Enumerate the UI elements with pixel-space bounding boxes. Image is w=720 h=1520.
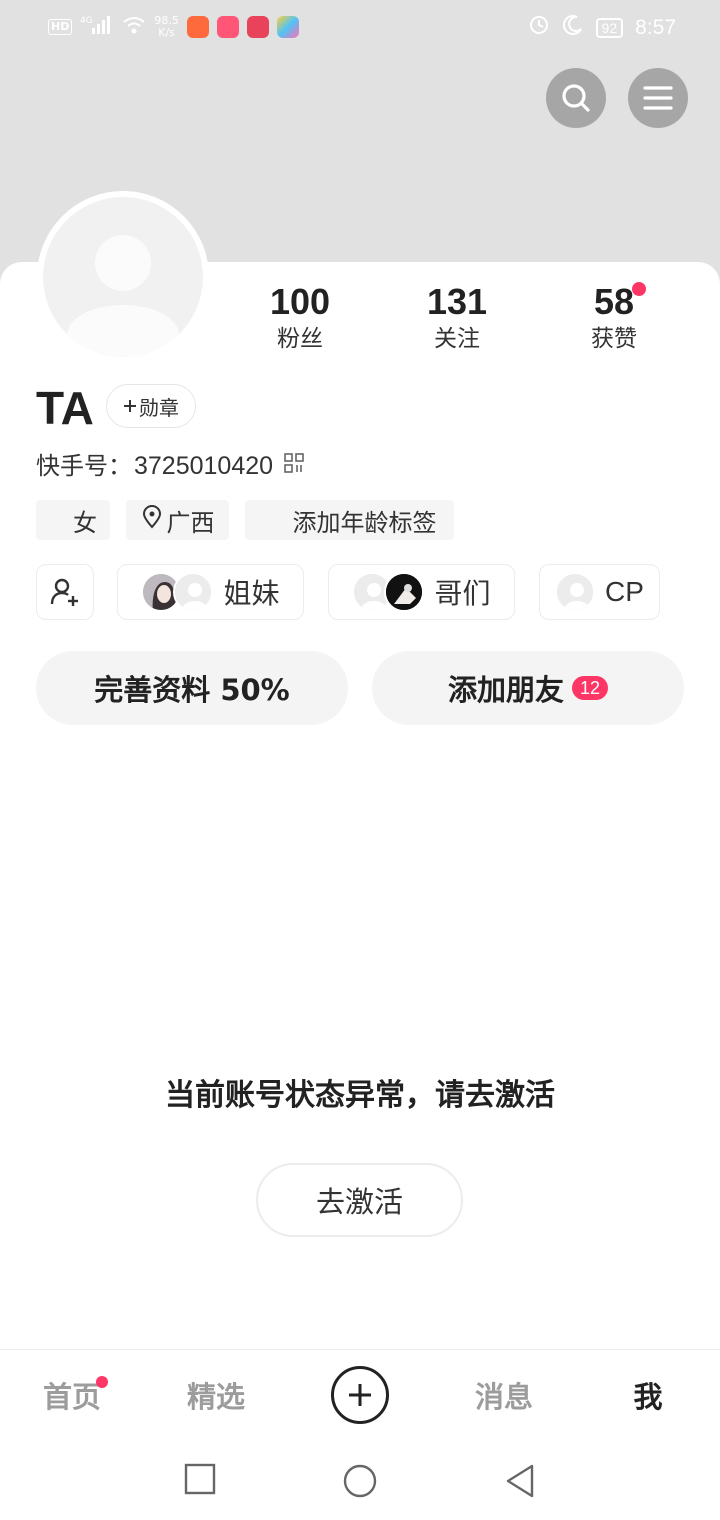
complete-profile-button[interactable]: 完善资料 50% — [36, 651, 348, 725]
clock: 8:57 — [635, 16, 676, 39]
status-bar: HD 4G 98.5 K/s 92 8:57 — [0, 0, 720, 58]
default-avatar-icon — [43, 197, 203, 357]
stat-label: 粉丝 — [277, 326, 323, 352]
home-button[interactable] — [342, 1463, 378, 1503]
add-friends-button[interactable]: 添加朋友 12 — [372, 651, 684, 725]
nav-home[interactable]: 首页 — [22, 1374, 122, 1416]
plus-icon — [123, 394, 137, 418]
moon-icon — [562, 14, 584, 42]
avatar — [384, 572, 425, 612]
alarm-icon — [528, 14, 550, 42]
app-notification-icon — [246, 16, 269, 38]
medal-button[interactable]: 勋章 — [106, 384, 196, 428]
bottom-nav: 首页 精选 消息 我 — [0, 1349, 720, 1441]
menu-button[interactable] — [628, 68, 688, 128]
search-icon — [562, 84, 590, 112]
network-chip: HD — [48, 19, 73, 35]
complete-profile-label: 完善资料 50% — [94, 673, 290, 707]
add-friends-badge: 12 — [571, 676, 609, 700]
app-notification-icon — [186, 16, 209, 38]
friend-group-bros[interactable]: 哥们 — [328, 564, 515, 620]
friend-group-sisters[interactable]: 姐妹 — [117, 564, 304, 620]
stat-fans[interactable]: 100 粉丝 — [240, 282, 360, 356]
avatar[interactable] — [37, 191, 209, 363]
plus-icon — [349, 1384, 371, 1406]
network-speed: 98.5 K/s — [154, 15, 179, 39]
tag-label: 女 — [73, 508, 97, 537]
tag-gender[interactable]: 女 — [36, 500, 110, 540]
add-user-icon — [50, 578, 78, 606]
kuaishou-id-value: 3725010420 — [134, 452, 274, 480]
friend-group-label: 哥们 — [434, 577, 491, 610]
search-button[interactable] — [546, 68, 606, 128]
nav-label: 消息 — [474, 1380, 533, 1414]
nav-me[interactable]: 我 — [598, 1374, 698, 1416]
system-nav-bar — [0, 1441, 720, 1520]
signal-label: 4G — [80, 16, 93, 26]
circle-icon — [343, 1464, 377, 1498]
friend-group-label: 姐妹 — [223, 577, 280, 610]
nav-label: 精选 — [186, 1380, 245, 1414]
tag-label: 添加年龄标签 — [292, 508, 437, 537]
nav-featured[interactable]: 精选 — [166, 1374, 266, 1416]
status-right: 92 8:57 — [528, 14, 676, 42]
stat-label: 获赞 — [591, 326, 637, 352]
profile-name: TA — [36, 382, 94, 434]
square-icon — [184, 1463, 216, 1495]
avatar — [173, 572, 214, 612]
tag-label: 广西 — [166, 508, 215, 537]
tag-location[interactable]: 广西 — [126, 500, 229, 540]
back-triangle-icon — [506, 1464, 534, 1498]
location-icon — [141, 505, 163, 535]
kuaishou-id-label: 快手号： — [36, 452, 132, 480]
friend-group-cp[interactable]: CP — [539, 564, 660, 620]
speed-unit: K/s — [158, 26, 175, 39]
stat-value: 131 — [426, 281, 488, 322]
stat-value: 58 — [593, 281, 635, 322]
signal-icon: 4G — [80, 14, 114, 40]
add-user-button[interactable] — [36, 564, 94, 620]
activate-label: 去激活 — [315, 1185, 403, 1219]
medal-label: 勋章 — [139, 395, 179, 420]
recent-apps-button[interactable] — [184, 1463, 216, 1499]
stat-label: 关注 — [434, 326, 480, 352]
kuaishou-id[interactable]: 快手号： 3725010420 — [36, 450, 305, 482]
activate-button[interactable]: 去激活 — [256, 1163, 463, 1237]
wifi-icon — [122, 15, 146, 39]
app-notification-icon — [216, 16, 239, 38]
account-status-message: 当前账号状态异常，请去激活 — [165, 1078, 555, 1113]
stat-following[interactable]: 131 关注 — [397, 282, 517, 356]
app-notification-icon — [276, 16, 299, 38]
stat-value: 100 — [269, 281, 331, 322]
create-button[interactable] — [331, 1366, 389, 1424]
notification-dot — [96, 1376, 108, 1388]
notification-dot — [632, 282, 646, 296]
add-friends-label: 添加朋友 — [447, 673, 564, 707]
nav-label: 我 — [633, 1380, 663, 1414]
nav-label: 首页 — [42, 1380, 101, 1414]
qr-code-icon[interactable] — [283, 450, 305, 482]
nav-messages[interactable]: 消息 — [454, 1374, 554, 1416]
back-button[interactable] — [504, 1463, 536, 1503]
avatar — [555, 572, 596, 612]
status-left: HD 4G 98.5 K/s — [48, 14, 299, 40]
tag-add-age[interactable]: 添加年龄标签 — [245, 500, 454, 540]
stat-likes[interactable]: 58 获赞 — [554, 282, 674, 356]
friend-group-label: CP — [605, 576, 644, 607]
menu-icon — [643, 86, 673, 110]
battery-level: 92 — [595, 18, 624, 38]
